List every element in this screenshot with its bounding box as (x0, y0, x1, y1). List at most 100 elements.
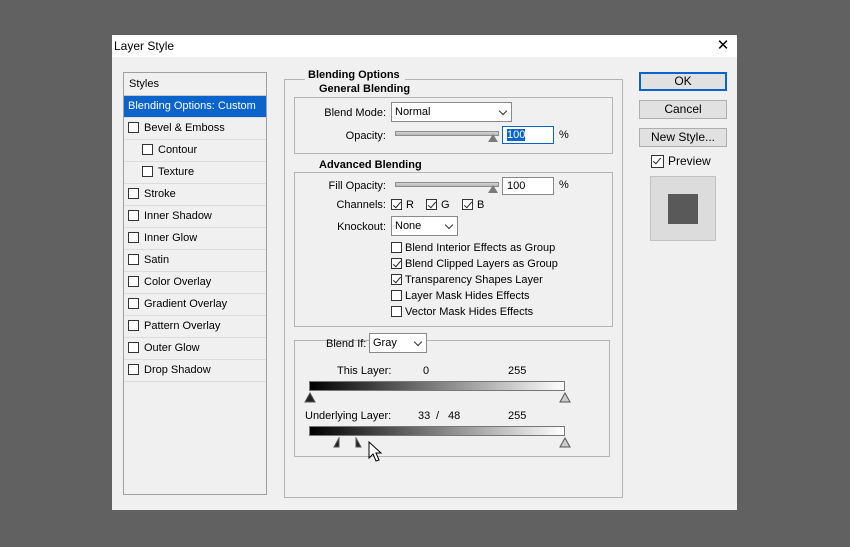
this-layer-black-slider[interactable] (304, 392, 316, 403)
fill-opacity-value: 100 (507, 180, 526, 192)
gradient-overlay-checkbox[interactable] (128, 298, 139, 309)
knockout-label: Knockout: (337, 221, 386, 233)
window-title: Layer Style (114, 39, 175, 53)
channel-b-checkbox[interactable] (462, 199, 473, 210)
chevron-down-icon (413, 337, 423, 347)
underlying-black-slider-right-half[interactable] (355, 437, 363, 448)
style-item-label: Blending Options: Custom (128, 100, 256, 112)
style-item-outer-glow[interactable]: Outer Glow (124, 338, 266, 360)
style-item-label: Stroke (144, 188, 176, 200)
inner-glow-checkbox[interactable] (128, 232, 139, 243)
this-layer-low-value: 0 (423, 365, 430, 377)
vector-mask-hides-checkbox[interactable] (391, 306, 402, 317)
pattern-overlay-checkbox[interactable] (128, 320, 139, 331)
mouse-cursor-icon (368, 441, 382, 462)
blend-mode-value: Normal (395, 106, 431, 118)
this-layer-white-slider[interactable] (559, 392, 571, 403)
inner-shadow-checkbox[interactable] (128, 210, 139, 221)
close-icon[interactable]: ✕ (715, 38, 731, 54)
style-item-pattern-overlay[interactable]: Pattern Overlay (124, 316, 266, 338)
fill-opacity-unit: % (559, 179, 569, 191)
opacity-label: Opacity: (345, 130, 386, 142)
channel-g-checkbox[interactable] (426, 199, 437, 210)
fill-opacity-label: Fill Opacity: (328, 180, 386, 192)
preview-checkbox[interactable] (651, 155, 664, 168)
stroke-checkbox[interactable] (128, 188, 139, 199)
layer-mask-hides-label: Layer Mask Hides Effects (405, 290, 530, 302)
cancel-button[interactable]: Cancel (639, 100, 727, 119)
style-item-label: Outer Glow (144, 342, 200, 354)
title-bar: Layer Style ✕ (112, 35, 737, 57)
transparency-shapes-checkbox[interactable] (391, 274, 402, 285)
advanced-blending-title: Advanced Blending (316, 159, 427, 171)
style-item-blending-options[interactable]: Blending Options: Custom (124, 96, 266, 118)
opacity-value: 100 (507, 129, 526, 141)
style-item-label: Contour (158, 144, 198, 156)
color-overlay-checkbox[interactable] (128, 276, 139, 287)
style-item-label: Texture (158, 166, 195, 178)
underlying-low2-value: 48 (448, 410, 461, 422)
style-item-label: Inner Glow (144, 232, 198, 244)
style-item-label: Bevel & Emboss (144, 122, 225, 134)
drop-shadow-checkbox[interactable] (128, 364, 139, 375)
fill-opacity-slider-track[interactable] (395, 182, 499, 187)
blend-if-select[interactable]: Gray (369, 333, 427, 353)
channel-r-checkbox[interactable] (391, 199, 402, 210)
bevel-emboss-checkbox[interactable] (128, 122, 139, 133)
channel-b-label: B (477, 199, 485, 211)
style-item-texture[interactable]: Texture (124, 162, 266, 184)
style-item-label: Drop Shadow (144, 364, 211, 376)
this-layer-gradient-bar (309, 381, 565, 391)
opacity-slider-thumb[interactable] (488, 134, 498, 142)
style-item-bevel-emboss[interactable]: Bevel & Emboss (124, 118, 266, 140)
style-item-label: Gradient Overlay (144, 298, 228, 310)
blend-if-value: Gray (373, 337, 397, 349)
fill-opacity-slider-thumb[interactable] (488, 185, 498, 193)
style-item-gradient-overlay[interactable]: Gradient Overlay (124, 294, 266, 316)
preview-thumbnail (650, 176, 716, 241)
style-item-inner-glow[interactable]: Inner Glow (124, 228, 266, 250)
style-item-drop-shadow[interactable]: Drop Shadow (124, 360, 266, 382)
blend-mode-select[interactable]: Normal (391, 102, 512, 122)
satin-checkbox[interactable] (128, 254, 139, 265)
layer-mask-hides-checkbox[interactable] (391, 290, 402, 301)
style-item-satin[interactable]: Satin (124, 250, 266, 272)
chevron-down-icon (498, 106, 508, 116)
channel-g-label: G (441, 199, 450, 211)
style-item-inner-shadow[interactable]: Inner Shadow (124, 206, 266, 228)
blend-interior-effects-label: Blend Interior Effects as Group (405, 242, 556, 254)
style-item-contour[interactable]: Contour (124, 140, 266, 162)
contour-checkbox[interactable] (142, 144, 153, 155)
style-item-stroke[interactable]: Stroke (124, 184, 266, 206)
layer-style-dialog: Layer Style ✕ Styles Blending Options: C… (112, 35, 737, 510)
chevron-down-icon (444, 220, 454, 230)
underlying-layer-gradient-bar (309, 426, 565, 436)
underlying-white-slider[interactable] (559, 437, 571, 448)
transparency-shapes-label: Transparency Shapes Layer (405, 274, 543, 286)
styles-header[interactable]: Styles (124, 73, 266, 96)
underlying-layer-label: Underlying Layer: (305, 410, 392, 422)
vector-mask-hides-label: Vector Mask Hides Effects (405, 306, 534, 318)
ok-button[interactable]: OK (639, 72, 727, 91)
underlying-low-value: 33 (418, 410, 431, 422)
new-style-button[interactable]: New Style... (639, 128, 727, 147)
style-item-color-overlay[interactable]: Color Overlay (124, 272, 266, 294)
blend-clipped-layers-label: Blend Clipped Layers as Group (405, 258, 558, 270)
outer-glow-checkbox[interactable] (128, 342, 139, 353)
underlying-high-value: 255 (508, 410, 527, 422)
preview-label: Preview (668, 154, 711, 168)
blend-interior-effects-checkbox[interactable] (391, 242, 402, 253)
knockout-select[interactable]: None (391, 216, 458, 236)
channels-label: Channels: (336, 199, 386, 211)
blend-clipped-layers-checkbox[interactable] (391, 258, 402, 269)
style-item-label: Inner Shadow (144, 210, 212, 222)
texture-checkbox[interactable] (142, 166, 153, 177)
opacity-slider-track[interactable] (395, 131, 499, 136)
style-item-label: Color Overlay (144, 276, 212, 288)
opacity-input[interactable]: 100 (502, 126, 554, 144)
fill-opacity-input[interactable]: 100 (502, 177, 554, 195)
knockout-value: None (395, 220, 422, 232)
underlying-black-slider-left-half[interactable] (333, 437, 341, 448)
opacity-unit: % (559, 129, 569, 141)
underlying-separator: / (436, 410, 440, 422)
